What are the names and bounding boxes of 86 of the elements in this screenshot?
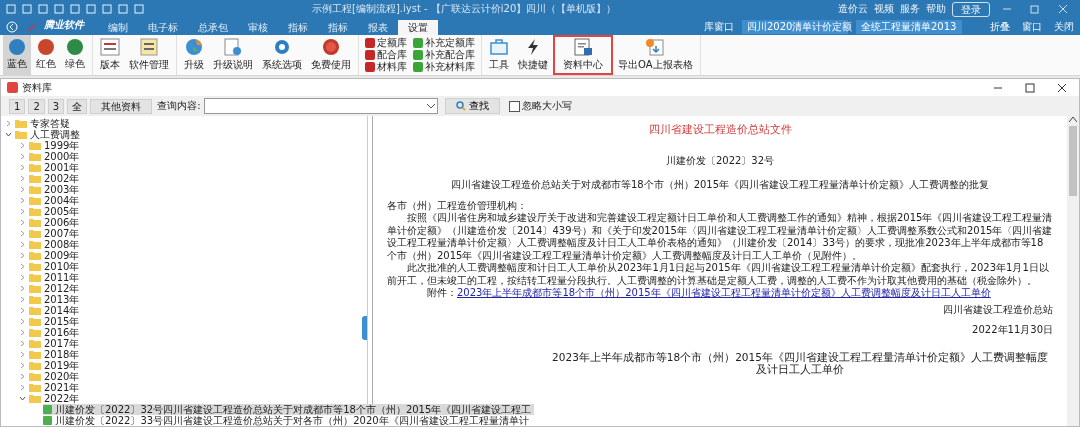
filter-button[interactable]: 2 [28, 98, 45, 114]
color-theme-button[interactable]: 绿色 [61, 35, 89, 75]
query-field[interactable] [203, 98, 438, 114]
filter-button[interactable]: 全 [67, 98, 88, 114]
document-icon [223, 38, 243, 56]
search-icon [455, 101, 466, 111]
query-label: 查询内容: [157, 99, 201, 113]
attachment-link[interactable]: 2023年上半年成都市等18个市（州）2015年《四川省建设工程工程量清单计价定额》人工费调整幅度及计日工人工单价 [457, 287, 991, 298]
menu-tab[interactable]: 指标 [318, 20, 358, 35]
globe-icon [184, 38, 204, 56]
ribbon-button[interactable]: 免费使用 [307, 35, 355, 75]
filter-button[interactable]: 其他资料 [90, 98, 153, 114]
color-theme-button[interactable]: 红色 [32, 35, 60, 75]
document-signature: 四川省建设工程造价总站 [942, 303, 1053, 316]
menu-tab[interactable]: 电子标 [138, 20, 188, 35]
ribbon-button[interactable]: 资料中心 [553, 35, 613, 75]
color-theme-button[interactable]: 蓝色 [3, 35, 31, 75]
gear-icon [272, 38, 292, 56]
ribbon-button[interactable]: 系统选项 [258, 35, 306, 75]
scrollbar-thumb[interactable] [1069, 126, 1077, 196]
menu-tab[interactable]: 报表 [358, 20, 398, 35]
splitter-handle[interactable] [362, 316, 367, 340]
app-icon [7, 82, 18, 93]
header-link[interactable]: 帮助 [926, 2, 946, 16]
back-icon[interactable] [6, 21, 18, 33]
tree-item[interactable]: 川建价发〔2022〕32号四川省建设工程造价总站关于对成都市等18个市（州）2015年《四川省建设工程工 [43, 404, 535, 415]
dialog-title: 资料库 [22, 80, 52, 95]
panel-action[interactable]: 折叠 [990, 19, 1010, 34]
menu-tab[interactable]: 总承包 [188, 20, 238, 35]
document-doc-number: 川建价发〔2022〕32号 [664, 154, 776, 167]
library-window-link[interactable]: 库窗口 [704, 19, 734, 34]
brand-name: 腾业软件 [44, 18, 84, 32]
menu-tab[interactable]: 设置 [398, 20, 438, 35]
header-link[interactable]: 服务 [900, 2, 920, 16]
document-date: 2022年11月30日 [971, 324, 1053, 337]
export-icon [645, 38, 666, 56]
panel-action[interactable]: 关闭 [1054, 19, 1074, 34]
ribbon-button[interactable]: 升级说明 [209, 35, 257, 75]
caret-icon [426, 103, 435, 109]
chevron-down-icon [5, 131, 12, 138]
ribbon-button[interactable]: 升级 [180, 35, 208, 75]
logo-icon [24, 22, 40, 32]
ribbon-button[interactable]: 补充配合库 [413, 49, 475, 61]
search-button[interactable]: 查找 [444, 98, 500, 114]
filter-button[interactable]: 1 [9, 98, 26, 114]
menu-tab[interactable]: 审核 [238, 20, 278, 35]
close-icon[interactable] [1057, 82, 1067, 93]
ribbon-button[interactable]: 工具 [485, 35, 513, 75]
menu-tab[interactable]: 指标 [278, 20, 318, 35]
chevron-down-icon [19, 395, 26, 402]
document-salutation: 各市（州）工程造价管理机构： [387, 199, 528, 212]
ignore-case-checkbox[interactable]: 忽略大小写 [508, 99, 572, 113]
document-heading: 四川省建设工程造价总站关于对成都市等18个市（州）2015年《四川省建设工程工程量清单计价定额》人工费调整的批复 [449, 179, 991, 192]
ribbon-button[interactable]: 导出OA上报表格 [614, 35, 697, 75]
document-title: 四川省建设工程造价总站文件 [647, 124, 793, 137]
document-paragraph: 按照《四川省住房和城乡建设厅关于改进和完善建设工程定额计日工单价和人工费调整工作的通知》精神，根据2015年《四川省建设工程工程量清单计价定额》（川建造价发〔2014〕439号）和《关于印发2015年〈四川省建设工程工程量清单计价定额〉人工费调整系数公式和2015年〈四川省建设工程工程量清单计价定额〉人工费调整幅度及计日工人工单价表格的通知》（川建价发〔2014〕33号）的要求，现批准2023年上半年成都市等18个市（州）2015年《四川省建设工程工程量清单计价定额》人工费调整幅度及计日工人工单价（见附件）。 [387, 212, 1053, 262]
ribbon-button[interactable]: 软件管理 [125, 35, 173, 75]
ribbon-button[interactable]: 补充材料库 [413, 61, 475, 73]
window-title: 示例工程[编制流程].iyst - 【广联达云计价i20】四川（【单机版】） [312, 2, 617, 16]
document-icon [100, 38, 120, 56]
chevron-right-icon [5, 120, 12, 127]
header-link[interactable]: 视频 [874, 2, 894, 16]
document-paragraph: 此次批准的人工费调整幅度和计日工人工单价从2023年1月1日起与2015年《四川省建设工程工程量清单计价定额》配套执行，2023年1月1日以前开工，但未竣工的工程，按结转工程量分段执行。人工费调整的计算基础是定额人工费，调整的人工费不作为计取其他费用的基础（税金除外）。 [387, 262, 1050, 287]
document-section-title: 2023年上半年成都市等18个市（州）2015年《四川省建设工程工程量清单计价定额》人工费调整幅度及计日工人工单价 [551, 350, 1049, 376]
ribbon-button[interactable]: 定额库 [365, 37, 407, 49]
ribbon-button[interactable]: 快捷键 [514, 35, 552, 75]
tree-item[interactable]: 人工费调整 [5, 129, 83, 140]
tree-item[interactable]: 专家答疑 [5, 118, 73, 129]
maximize-icon[interactable] [1025, 82, 1035, 93]
filter-button[interactable]: 3 [47, 98, 65, 114]
restore-icon[interactable] [1030, 4, 1040, 14]
header-link[interactable]: 造价云 [838, 2, 868, 16]
document-window-icon [573, 38, 593, 56]
tree-item[interactable]: 川建价发〔2022〕33号四川省建设工程造价总站关于对各市（州）2020年《四川省建设工程工程量清单计 [43, 415, 532, 426]
ribbon-button[interactable]: 补充定额库 [413, 37, 475, 49]
attachment-line: 附件：2023年上半年成都市等18个市（州）2015年《四川省建设工程工程量清单计价定额》人工费调整幅度及计日工人工单价 [426, 287, 992, 300]
ribbon-button[interactable]: 版本 [96, 35, 124, 75]
scroll-up-icon [1069, 116, 1077, 122]
ribbon-button[interactable]: 配合库 [365, 49, 407, 61]
badge-icon [321, 38, 341, 56]
login-button[interactable]: 登录 [952, 1, 990, 17]
toolbox-icon [489, 38, 509, 56]
panel-action[interactable]: 窗口 [1022, 19, 1042, 34]
menu-tab[interactable]: 编制 [98, 20, 138, 35]
list-icon [139, 38, 159, 56]
ribbon-button[interactable]: 材料库 [365, 61, 407, 73]
